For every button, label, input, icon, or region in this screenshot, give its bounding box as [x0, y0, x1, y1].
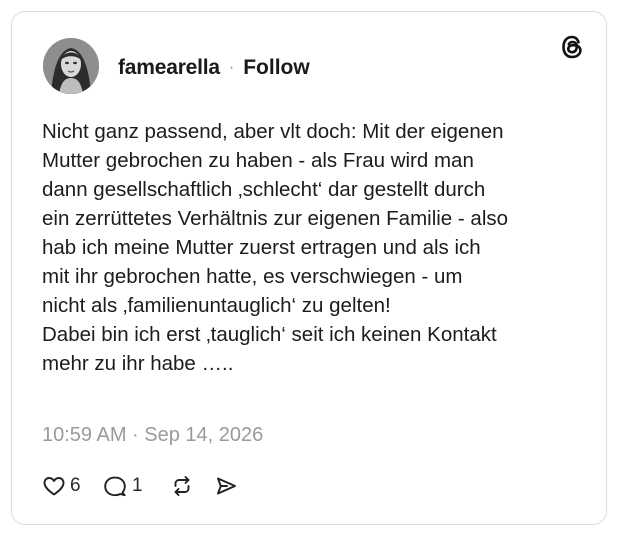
follow-button[interactable]: Follow [243, 56, 310, 80]
like-button[interactable]: 6 [42, 474, 102, 498]
comment-icon [102, 474, 128, 498]
post-text: Nicht ganz passend, aber vlt doch: Mit d… [42, 120, 509, 375]
action-bar: 6 1 [42, 471, 238, 501]
post-header: famearella · Follow [118, 56, 310, 80]
username-link[interactable]: famearella [118, 56, 220, 80]
separator-dot: · [228, 59, 235, 76]
reply-button[interactable]: 1 [102, 474, 170, 498]
threads-logo-icon[interactable] [559, 34, 585, 60]
heart-icon [42, 474, 66, 498]
share-button[interactable] [214, 474, 238, 498]
avatar[interactable] [43, 38, 99, 94]
reply-count: 1 [132, 475, 143, 496]
post-card: famearella · Follow Nicht ganz passend, … [11, 11, 607, 525]
post-timestamp[interactable]: 10:59 AM · Sep 14, 2026 [42, 423, 263, 447]
like-count: 6 [70, 475, 81, 496]
repost-icon [170, 474, 194, 498]
send-icon [214, 474, 238, 498]
repost-button[interactable] [170, 474, 214, 498]
